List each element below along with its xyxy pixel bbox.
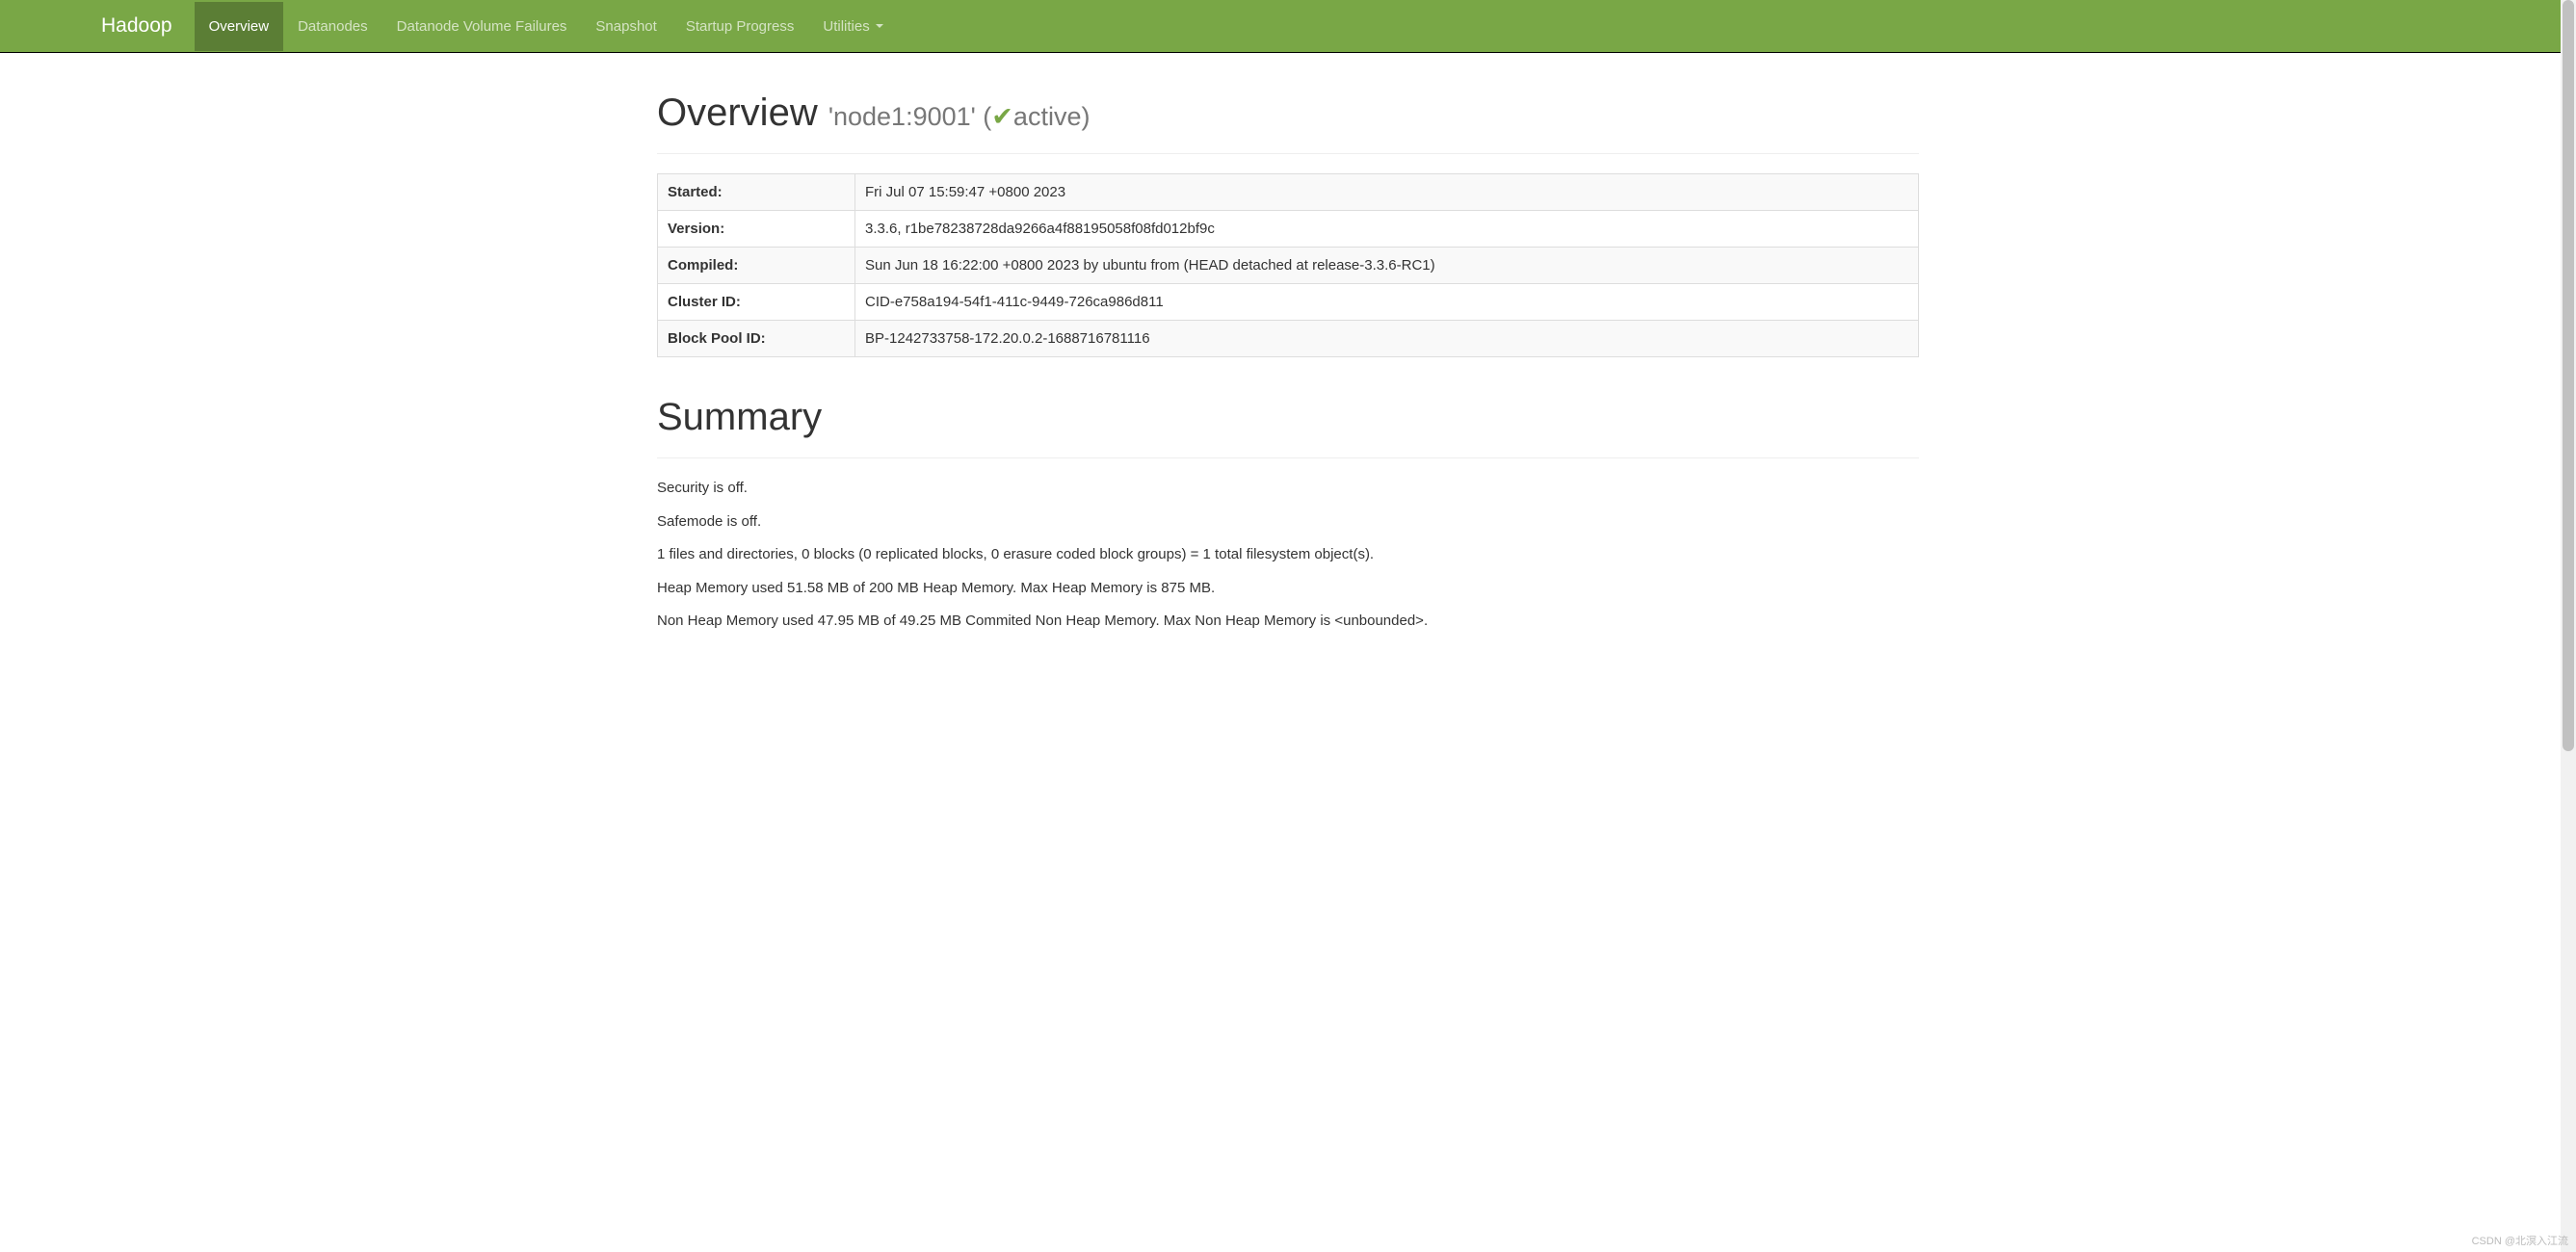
row-value: BP-1242733758-172.20.0.2-1688716781116 bbox=[855, 321, 1919, 357]
nav-datanodes[interactable]: Datanodes bbox=[283, 2, 382, 51]
nav-startup-progress[interactable]: Startup Progress bbox=[671, 2, 809, 51]
row-value: 3.3.6, r1be78238728da9266a4f88195058f08f… bbox=[855, 211, 1919, 248]
nav-label: Startup Progress bbox=[686, 18, 795, 35]
overview-status: active bbox=[1013, 102, 1082, 131]
summary-line: Safemode is off. bbox=[657, 511, 1919, 534]
main-container: Overview 'node1:9001' (✔active) Started:… bbox=[643, 91, 1933, 633]
nav-utilities[interactable]: Utilities bbox=[808, 2, 897, 51]
nav-label: Snapshot bbox=[595, 18, 656, 35]
nav-snapshot[interactable]: Snapshot bbox=[581, 2, 670, 51]
nav-datanode-volume-failures[interactable]: Datanode Volume Failures bbox=[382, 2, 582, 51]
row-label: Started: bbox=[658, 174, 855, 211]
brand-link[interactable]: Hadoop bbox=[87, 0, 187, 52]
nav-overview[interactable]: Overview bbox=[195, 2, 284, 51]
nav-label: Datanode Volume Failures bbox=[397, 18, 567, 35]
row-label: Version: bbox=[658, 211, 855, 248]
overview-header: Overview 'node1:9001' (✔active) bbox=[657, 91, 1919, 154]
table-row: Block Pool ID: BP-1242733758-172.20.0.2-… bbox=[658, 321, 1919, 357]
table-row: Started: Fri Jul 07 15:59:47 +0800 2023 bbox=[658, 174, 1919, 211]
summary-header: Summary bbox=[657, 396, 1919, 458]
overview-host: 'node1:9001' bbox=[828, 102, 976, 131]
scrollbar-thumb[interactable] bbox=[2563, 0, 2574, 751]
overview-title-text: Overview bbox=[657, 91, 818, 134]
check-icon: ✔ bbox=[991, 102, 1013, 132]
row-value: Sun Jun 18 16:22:00 +0800 2023 by ubuntu… bbox=[855, 248, 1919, 284]
row-value: CID-e758a194-54f1-411c-9449-726ca986d811 bbox=[855, 284, 1919, 321]
nav-label: Utilities bbox=[823, 18, 869, 35]
top-navbar: Hadoop Overview Datanodes Datanode Volum… bbox=[0, 0, 2576, 53]
row-value: Fri Jul 07 15:59:47 +0800 2023 bbox=[855, 174, 1919, 211]
summary-line: Heap Memory used 51.58 MB of 200 MB Heap… bbox=[657, 578, 1919, 600]
table-row: Cluster ID: CID-e758a194-54f1-411c-9449-… bbox=[658, 284, 1919, 321]
summary-line: 1 files and directories, 0 blocks (0 rep… bbox=[657, 544, 1919, 566]
caret-down-icon bbox=[876, 24, 883, 28]
vertical-scrollbar[interactable] bbox=[2561, 0, 2576, 1252]
page-title: Overview 'node1:9001' (✔active) bbox=[657, 91, 1919, 135]
table-row: Version: 3.3.6, r1be78238728da9266a4f881… bbox=[658, 211, 1919, 248]
row-label: Block Pool ID: bbox=[658, 321, 855, 357]
overview-subtitle: 'node1:9001' (✔active) bbox=[828, 102, 1091, 131]
summary-line: Non Heap Memory used 47.95 MB of 49.25 M… bbox=[657, 611, 1919, 633]
watermark-text: CSDN @北溟入江流 bbox=[2472, 1233, 2568, 1248]
nav-list: Overview Datanodes Datanode Volume Failu… bbox=[195, 2, 898, 51]
summary-line: Security is off. bbox=[657, 478, 1919, 500]
table-row: Compiled: Sun Jun 18 16:22:00 +0800 2023… bbox=[658, 248, 1919, 284]
nav-label: Overview bbox=[209, 18, 270, 35]
row-label: Cluster ID: bbox=[658, 284, 855, 321]
row-label: Compiled: bbox=[658, 248, 855, 284]
nav-label: Datanodes bbox=[298, 18, 368, 35]
summary-title: Summary bbox=[657, 396, 1919, 439]
summary-section: Security is off. Safemode is off. 1 file… bbox=[657, 478, 1919, 633]
overview-table: Started: Fri Jul 07 15:59:47 +0800 2023 … bbox=[657, 173, 1919, 357]
